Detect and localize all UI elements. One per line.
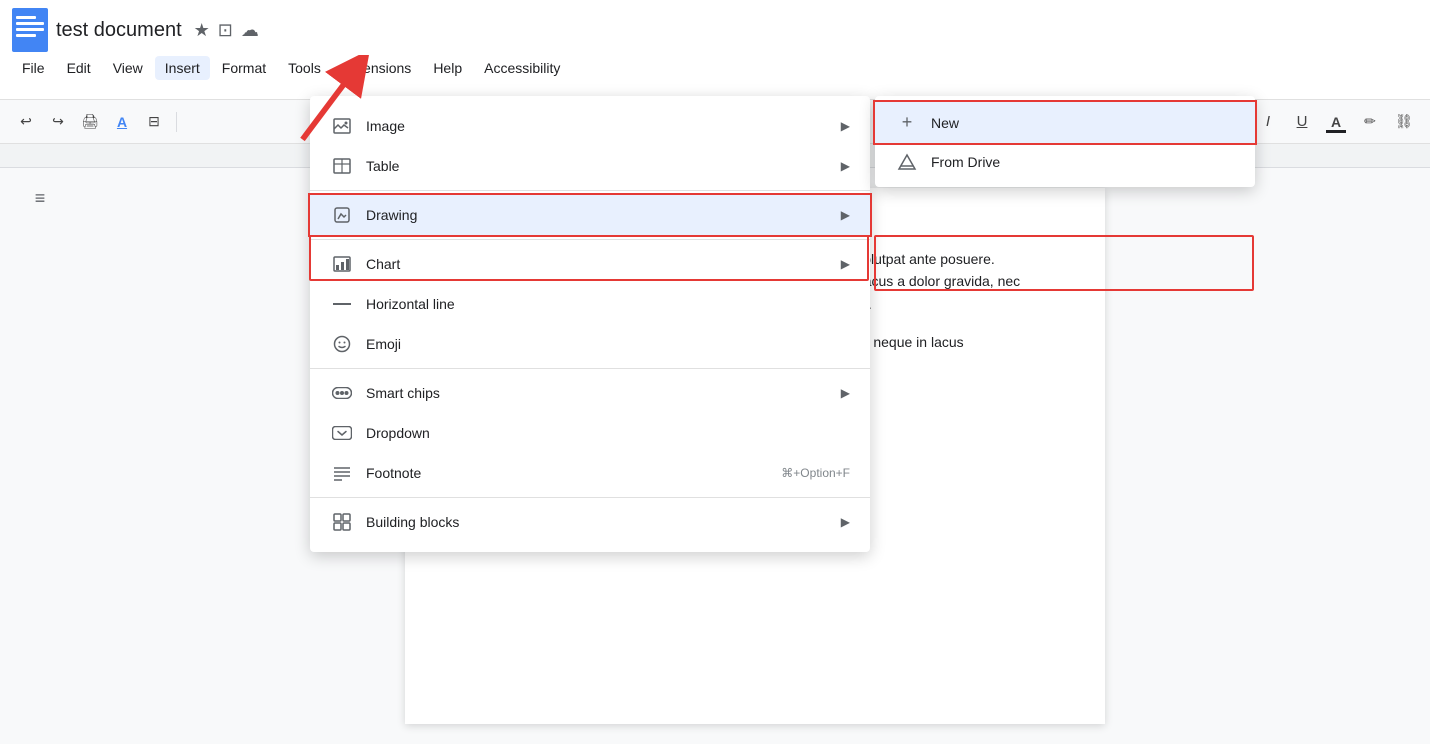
drawing-new-label: New — [931, 115, 959, 131]
doc-icon — [12, 8, 48, 52]
insert-menu-section-3: Chart ▶ Horizontal line Emoji — [310, 240, 870, 369]
menu-tools[interactable]: Tools — [278, 56, 331, 80]
menu-insert[interactable]: Insert — [155, 56, 210, 80]
outline-icon[interactable]: ≡ — [35, 188, 46, 209]
menu-view[interactable]: View — [103, 56, 153, 80]
font-color-button[interactable]: A — [1322, 108, 1350, 136]
doc-title[interactable]: test document — [56, 19, 182, 42]
menu-accessibility[interactable]: Accessibility — [474, 56, 570, 80]
redo-button[interactable]: ↪ — [44, 108, 72, 136]
insert-horizontal-line-item[interactable]: Horizontal line — [310, 284, 870, 324]
dropdown-icon — [330, 421, 354, 445]
drawing-from-drive-item[interactable]: From Drive — [875, 143, 1255, 181]
drive-icon — [895, 153, 919, 171]
insert-menu-section-2: Drawing ▶ — [310, 191, 870, 240]
menu-edit[interactable]: Edit — [57, 56, 101, 80]
italic-button[interactable]: I — [1254, 108, 1282, 136]
menu-extensions[interactable]: Extensions — [333, 56, 421, 80]
cloud-icon[interactable]: ☁ — [241, 20, 259, 41]
underline-button[interactable]: U — [1288, 108, 1316, 136]
insert-building-blocks-item[interactable]: Building blocks ▶ — [310, 502, 870, 542]
insert-smart-chips-item[interactable]: Smart chips ▶ — [310, 373, 870, 413]
image-icon — [330, 114, 354, 138]
chart-icon — [330, 252, 354, 276]
insert-menu-section-1: Image ▶ Table ▶ — [310, 102, 870, 191]
insert-footnote-shortcut: ⌘+Option+F — [781, 466, 850, 480]
left-sidebar: ≡ — [0, 168, 80, 744]
insert-table-label: Table — [366, 158, 833, 174]
title-icons: ★ ⊡ ☁ — [194, 20, 259, 41]
insert-image-label: Image — [366, 118, 833, 134]
insert-footnote-label: Footnote — [366, 465, 781, 481]
insert-menu: Image ▶ Table ▶ Drawing ▶ Chart ▶ — [310, 96, 870, 552]
building-blocks-icon — [330, 510, 354, 534]
insert-smart-chips-label: Smart chips — [366, 385, 833, 401]
insert-building-blocks-label: Building blocks — [366, 514, 833, 530]
insert-drawing-label: Drawing — [366, 207, 833, 223]
link-button[interactable]: ⛓ — [1390, 108, 1418, 136]
top-bar: test document ★ ⊡ ☁ File Edit View Inser… — [0, 0, 1430, 100]
highlight-button[interactable]: ✏ — [1356, 108, 1384, 136]
drawing-icon — [330, 203, 354, 227]
smart-chips-icon — [330, 381, 354, 405]
print-button[interactable]: 🖨 — [76, 108, 104, 136]
footnote-icon — [330, 461, 354, 485]
insert-emoji-item[interactable]: Emoji — [310, 324, 870, 364]
undo-button[interactable]: ↩ — [12, 108, 40, 136]
toolbar-separator-1 — [176, 112, 177, 132]
insert-chart-label: Chart — [366, 256, 833, 272]
insert-smart-chips-arrow: ▶ — [841, 386, 850, 400]
insert-drawing-item[interactable]: Drawing ▶ — [310, 195, 870, 235]
insert-image-arrow: ▶ — [841, 119, 850, 133]
insert-building-blocks-arrow: ▶ — [841, 515, 850, 529]
insert-drawing-arrow: ▶ — [841, 208, 850, 222]
star-icon[interactable]: ★ — [194, 20, 210, 41]
insert-chart-item[interactable]: Chart ▶ — [310, 244, 870, 284]
insert-footnote-item[interactable]: Footnote ⌘+Option+F — [310, 453, 870, 493]
drawing-new-item[interactable]: + New — [875, 102, 1255, 143]
insert-dropdown-label: Dropdown — [366, 425, 850, 441]
insert-dropdown-item[interactable]: Dropdown — [310, 413, 870, 453]
paint-format2-button[interactable]: ⊟ — [140, 108, 168, 136]
insert-table-arrow: ▶ — [841, 159, 850, 173]
insert-table-item[interactable]: Table ▶ — [310, 146, 870, 186]
table-icon — [330, 154, 354, 178]
insert-menu-section-4: Smart chips ▶ Dropdown Footnote ⌘+Option… — [310, 369, 870, 498]
menu-row: File Edit View Insert Format Tools Exten… — [0, 54, 1430, 82]
menu-format[interactable]: Format — [212, 56, 276, 80]
menu-help[interactable]: Help — [423, 56, 472, 80]
folder-icon[interactable]: ⊡ — [218, 20, 233, 41]
emoji-icon — [330, 332, 354, 356]
drawing-submenu: + New From Drive — [875, 96, 1255, 187]
new-drawing-icon: + — [895, 112, 919, 133]
menu-file[interactable]: File — [12, 56, 55, 80]
insert-menu-section-5: Building blocks ▶ — [310, 498, 870, 546]
paint-format-button[interactable]: A — [108, 108, 136, 136]
insert-image-item[interactable]: Image ▶ — [310, 106, 870, 146]
horizontal-line-icon — [330, 292, 354, 316]
insert-horizontal-line-label: Horizontal line — [366, 296, 850, 312]
insert-chart-arrow: ▶ — [841, 257, 850, 271]
drawing-from-drive-label: From Drive — [931, 154, 1000, 170]
insert-emoji-label: Emoji — [366, 336, 850, 352]
title-row: test document ★ ⊡ ☁ — [0, 0, 1430, 54]
